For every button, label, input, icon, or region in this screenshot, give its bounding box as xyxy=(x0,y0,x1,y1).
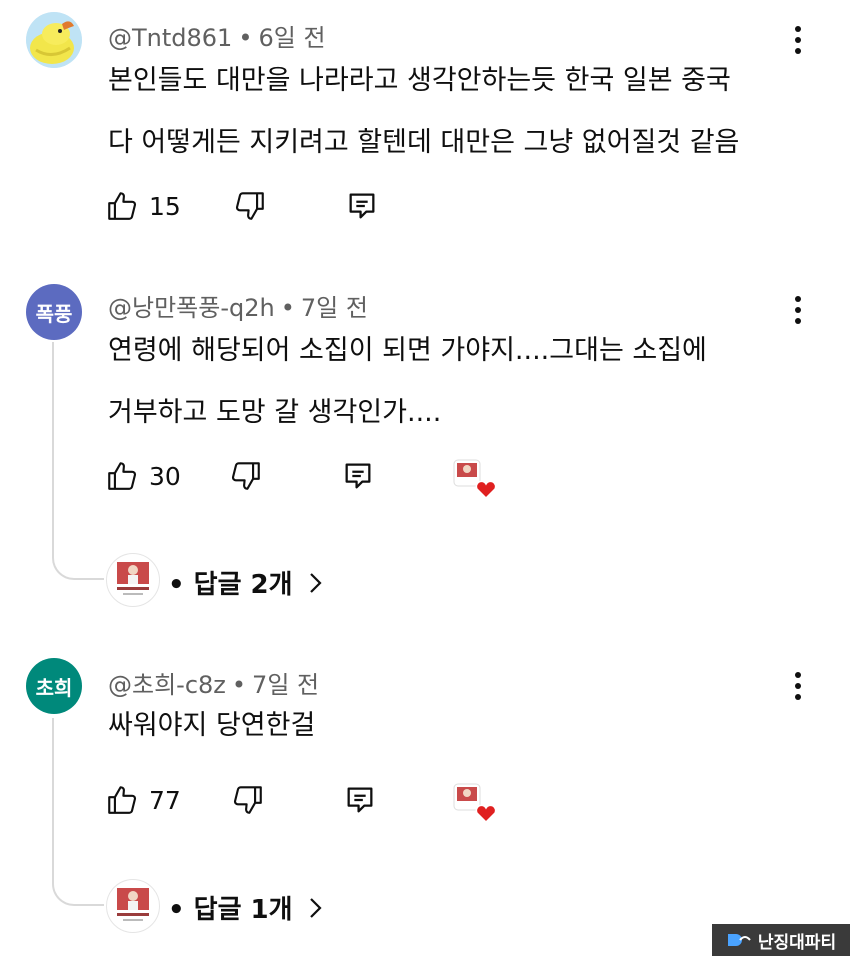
watermark: 난징대파티 xyxy=(712,924,850,956)
reply-button[interactable] xyxy=(343,783,377,817)
comment-actions: 30 xyxy=(105,456,375,496)
watermark-text: 난징대파티 xyxy=(757,932,837,953)
separator-dot: • xyxy=(280,294,295,322)
dislike-button[interactable] xyxy=(231,783,265,817)
creator-avatar[interactable] xyxy=(106,553,160,607)
creator-heart-icon xyxy=(453,459,497,500)
creator-heart-badge xyxy=(452,782,497,824)
comment-actions: 15 xyxy=(105,186,379,226)
reply-comment-icon xyxy=(345,463,371,489)
thread-line xyxy=(52,718,104,906)
like-count: 15 xyxy=(149,191,181,221)
timestamp: 6일 전 xyxy=(258,24,326,52)
creator-avatar-image xyxy=(117,888,149,921)
dislike-button[interactable] xyxy=(233,189,267,223)
like-button[interactable]: 77 xyxy=(105,783,181,817)
thumbs-up-icon xyxy=(108,192,137,220)
author-name[interactable]: @Tntd861 xyxy=(108,24,232,52)
thumbs-up-icon xyxy=(108,462,137,490)
comment-header: @낭만폭풍-q2h • 7일 전 xyxy=(108,288,368,323)
reply-button[interactable] xyxy=(341,459,375,493)
comment-line: 거부하고 도망 갈 생각인가.... xyxy=(108,397,442,428)
thumbs-down-icon xyxy=(235,192,264,220)
separator-dot: • xyxy=(238,24,253,52)
comment-text: 본인들도 대만을 나라라고 생각안하는듯 한국 일본 중국 다 어떻게든 지키려… xyxy=(108,50,739,174)
replies-label: • 답글 2개 xyxy=(168,570,293,600)
duck-avatar-icon xyxy=(26,12,82,68)
avatar-initials: 폭풍 xyxy=(35,301,73,326)
thumbs-down-icon xyxy=(231,462,260,490)
timestamp: 7일 전 xyxy=(300,294,368,322)
author-name[interactable]: @낭만폭풍-q2h xyxy=(108,294,275,322)
creator-heart-badge xyxy=(452,458,497,500)
thread-line xyxy=(52,342,104,580)
comment-actions: 77 xyxy=(105,780,377,820)
avatar[interactable]: 초희 xyxy=(26,658,82,714)
thumbs-up-icon xyxy=(108,786,137,814)
creator-avatar-image xyxy=(117,562,149,595)
chevron-right-icon xyxy=(309,572,322,593)
like-count: 77 xyxy=(149,785,181,815)
more-options-icon[interactable] xyxy=(784,666,812,706)
view-replies-button[interactable]: • 답글 1개 xyxy=(168,889,327,926)
view-replies-button[interactable]: • 답글 2개 xyxy=(168,564,327,601)
comment-text: 싸워야지 당연한걸 xyxy=(108,695,315,757)
creator-avatar[interactable] xyxy=(106,879,160,933)
like-button[interactable]: 30 xyxy=(105,459,181,493)
comment-header: @Tntd861 • 6일 전 xyxy=(108,18,326,53)
comment-line: 연령에 해당되어 소집이 되면 가야지....그대는 소집에 xyxy=(108,335,707,366)
reply-button[interactable] xyxy=(345,189,379,223)
comment-text: 연령에 해당되어 소집이 되면 가야지....그대는 소집에 거부하고 도망 갈… xyxy=(108,320,707,444)
more-options-icon[interactable] xyxy=(784,290,812,330)
like-count: 30 xyxy=(149,461,181,491)
avatar-initials: 초희 xyxy=(35,675,73,700)
reply-comment-icon xyxy=(347,787,373,813)
like-button[interactable]: 15 xyxy=(105,189,181,223)
creator-heart-icon xyxy=(453,783,497,824)
comment-line: 본인들도 대만을 나라라고 생각안하는듯 한국 일본 중국 xyxy=(108,65,731,96)
reply-comment-icon xyxy=(349,193,375,219)
avatar[interactable] xyxy=(26,12,82,68)
replies-label: • 답글 1개 xyxy=(168,895,293,925)
dislike-button[interactable] xyxy=(229,459,263,493)
chevron-right-icon xyxy=(309,897,322,918)
comment-line: 싸워야지 당연한걸 xyxy=(108,710,316,741)
thumbs-down-icon xyxy=(233,786,262,814)
more-options-icon[interactable] xyxy=(784,20,812,60)
avatar[interactable]: 폭풍 xyxy=(26,284,82,340)
site-logo-icon xyxy=(727,934,751,946)
comment-line: 다 어떻게든 지키려고 할텐데 대만은 그냥 없어질것 같음 xyxy=(108,127,740,158)
